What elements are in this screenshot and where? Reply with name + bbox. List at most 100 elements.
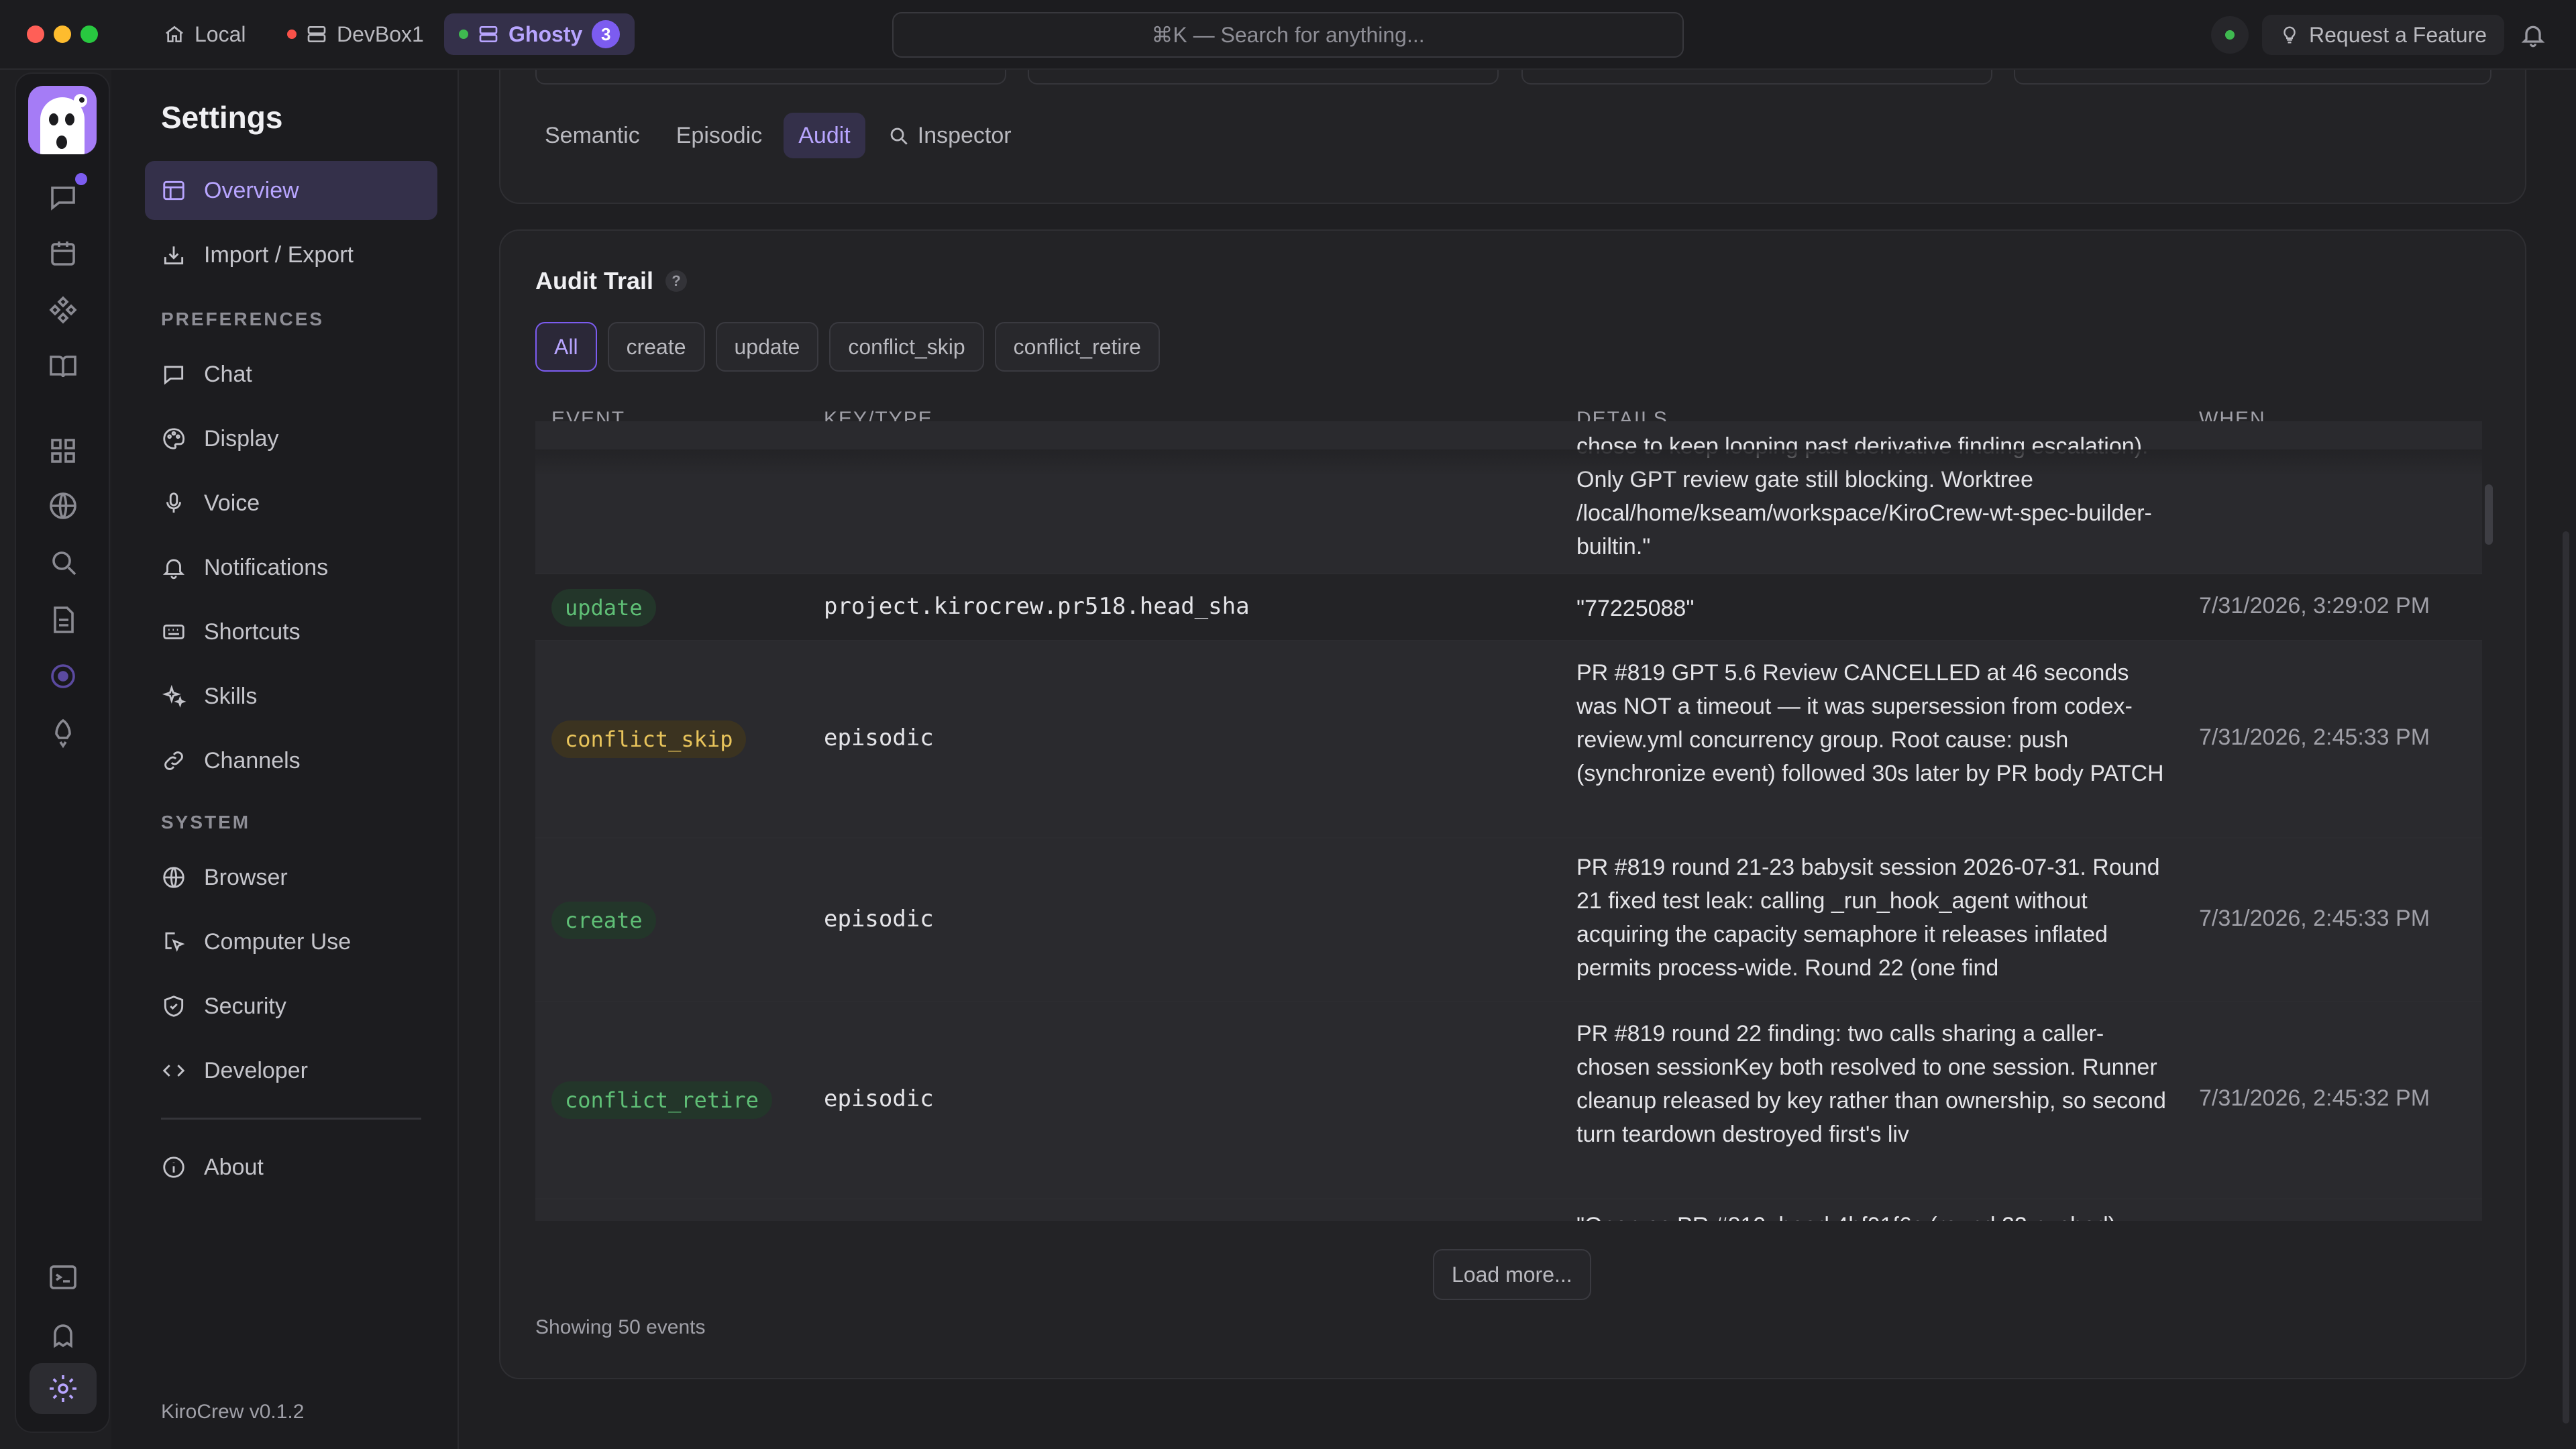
sidebar-item-display[interactable]: Display <box>145 409 437 468</box>
tab-inspector[interactable]: Inspector <box>872 113 1026 158</box>
table-row[interactable]: conflict_skip episodic PR #819 GPT 5.6 R… <box>535 641 2482 839</box>
tab-label: Semantic <box>545 122 640 148</box>
sidebar-item-label: About <box>204 1154 264 1180</box>
host-tab-local[interactable]: Local <box>149 13 261 55</box>
app-version: KiroCrew v0.1.2 <box>161 1401 305 1423</box>
status-dot <box>459 30 468 39</box>
orb-icon[interactable] <box>47 660 79 692</box>
system-heading: SYSTEM <box>161 812 251 833</box>
filter-conflict-skip[interactable]: conflict_skip <box>829 322 984 372</box>
gear-icon[interactable] <box>47 1373 79 1405</box>
sidebar-item-label: Browser <box>204 864 288 890</box>
scroll-fade <box>535 449 2482 476</box>
sidebar-item-browser[interactable]: Browser <box>145 848 437 907</box>
event-badge: conflict_retire <box>551 1081 772 1119</box>
row-details: "Open as PR #819, head 4bf01f6c (round 2… <box>1576 1209 2167 1221</box>
unread-dot <box>75 173 87 185</box>
host-tab-devbox1[interactable]: DevBox1 <box>272 13 439 55</box>
tab-audit[interactable]: Audit <box>784 113 865 158</box>
row-key: project.kirocrew.pr518.head_sha <box>824 593 1250 620</box>
host-label: DevBox1 <box>337 21 424 46</box>
shield-icon <box>164 996 184 1017</box>
host-tab-ghosty[interactable]: Ghosty 3 <box>444 13 635 55</box>
ghost-icon[interactable] <box>47 1319 79 1351</box>
search-icon[interactable] <box>47 546 79 578</box>
filter-conflict-retire[interactable]: conflict_retire <box>994 322 1160 372</box>
tab-label: Audit <box>798 122 851 148</box>
memory-tabs-card: Semantic Episodic Audit Inspector <box>499 70 2526 204</box>
sidebar-item-notifications[interactable]: Notifications <box>145 538 437 597</box>
document-icon[interactable] <box>47 604 79 636</box>
table-row[interactable]: "Open as PR #819, head 4bf01f6c (round 2… <box>535 1199 2482 1221</box>
filter-all[interactable]: All <box>535 322 597 372</box>
ghost-logo[interactable] <box>28 86 97 154</box>
filter-create[interactable]: create <box>607 322 705 372</box>
sidebar-item-label: Channels <box>204 747 301 773</box>
globe-icon <box>163 867 184 888</box>
terminal-icon[interactable] <box>47 1261 79 1293</box>
table-scrollbar[interactable] <box>2485 484 2493 545</box>
sidebar-item-label: Voice <box>204 490 260 516</box>
row-when: 7/31/2026, 2:45:32 PM <box>2199 1085 2430 1111</box>
zoom-window-button[interactable] <box>80 25 98 43</box>
components-icon[interactable] <box>47 294 79 326</box>
server-icon <box>479 26 498 42</box>
sidebar-item-channels[interactable]: Channels <box>145 731 437 790</box>
sidebar-item-shortcuts[interactable]: Shortcuts <box>145 602 437 661</box>
sidebar-item-about[interactable]: About <box>145 1138 437 1197</box>
table-row[interactable]: chose to keep looping past derivative fi… <box>535 421 2482 574</box>
server-icon <box>307 26 326 42</box>
sidebar-item-skills[interactable]: Skills <box>145 667 437 726</box>
home-icon <box>166 25 183 42</box>
tab-episodic[interactable]: Episodic <box>661 113 777 158</box>
table-row[interactable]: create episodic PR #819 round 21-23 baby… <box>535 839 2482 1002</box>
title-bar: Local DevBox1 Ghosty 3 ⌘K — Search for a… <box>0 0 2576 70</box>
sidebar-item-voice[interactable]: Voice <box>145 474 437 533</box>
stat-card-stub <box>535 70 1006 85</box>
audit-table-body[interactable]: chose to keep looping past derivative fi… <box>535 421 2482 1378</box>
grid-icon[interactable] <box>47 435 79 467</box>
lightbulb-icon <box>2284 26 2296 44</box>
sidebar-title: Settings <box>161 100 283 135</box>
palette-icon <box>163 428 185 449</box>
table-row[interactable]: conflict_retire episodic PR #819 round 2… <box>535 1002 2482 1199</box>
sidebar-item-computer-use[interactable]: Computer Use <box>145 912 437 971</box>
sidebar-item-security[interactable]: Security <box>145 977 437 1036</box>
row-details: PR #819 round 22 finding: two calls shar… <box>1576 1021 2166 1147</box>
row-when: 7/31/2026, 3:29:02 PM <box>2199 593 2430 619</box>
sidebar-item-developer[interactable]: Developer <box>145 1041 437 1100</box>
calendar-icon[interactable] <box>47 237 79 270</box>
help-icon[interactable]: ? <box>665 270 688 292</box>
layout-icon <box>163 180 184 201</box>
load-more-button[interactable]: Load more... <box>1433 1249 1591 1300</box>
sidebar-item-chat[interactable]: Chat <box>145 345 437 404</box>
sidebar-item-label: Import / Export <box>204 241 354 268</box>
filter-update[interactable]: update <box>715 322 819 372</box>
sidebar-item-overview[interactable]: Overview <box>145 161 437 220</box>
sidebar-item-import-export[interactable]: Import / Export <box>145 225 437 284</box>
close-window-button[interactable] <box>27 25 44 43</box>
count-badge: 3 <box>592 20 621 48</box>
globe-icon[interactable] <box>47 490 79 522</box>
chat-icon[interactable] <box>47 181 79 213</box>
request-feature-button[interactable]: Request a Feature <box>2262 15 2505 55</box>
row-key: episodic <box>824 906 934 932</box>
connection-status-button[interactable] <box>2211 16 2249 54</box>
info-icon <box>163 1157 184 1178</box>
memory-tab-bar: Semantic Episodic Audit Inspector <box>530 113 1026 158</box>
book-icon[interactable] <box>47 350 79 382</box>
preferences-heading: PREFERENCES <box>161 309 325 329</box>
tab-semantic[interactable]: Semantic <box>530 113 655 158</box>
table-row[interactable]: update project.kirocrew.pr518.head_sha "… <box>535 574 2482 641</box>
rocket-icon[interactable] <box>47 716 79 749</box>
audit-title-text: Audit Trail <box>535 267 654 294</box>
tab-label: Episodic <box>676 122 763 148</box>
global-search-input[interactable]: ⌘K — Search for anything... <box>892 12 1684 58</box>
row-details: PR #819 GPT 5.6 Review CANCELLED at 46 s… <box>1576 660 2164 786</box>
minimize-window-button[interactable] <box>54 25 71 43</box>
cursor-icon <box>165 932 185 952</box>
code-icon <box>162 1065 185 1077</box>
stat-card-stub <box>1521 70 1992 85</box>
page-scrollbar[interactable] <box>2563 531 2569 1424</box>
bell-icon[interactable] <box>2520 21 2546 48</box>
